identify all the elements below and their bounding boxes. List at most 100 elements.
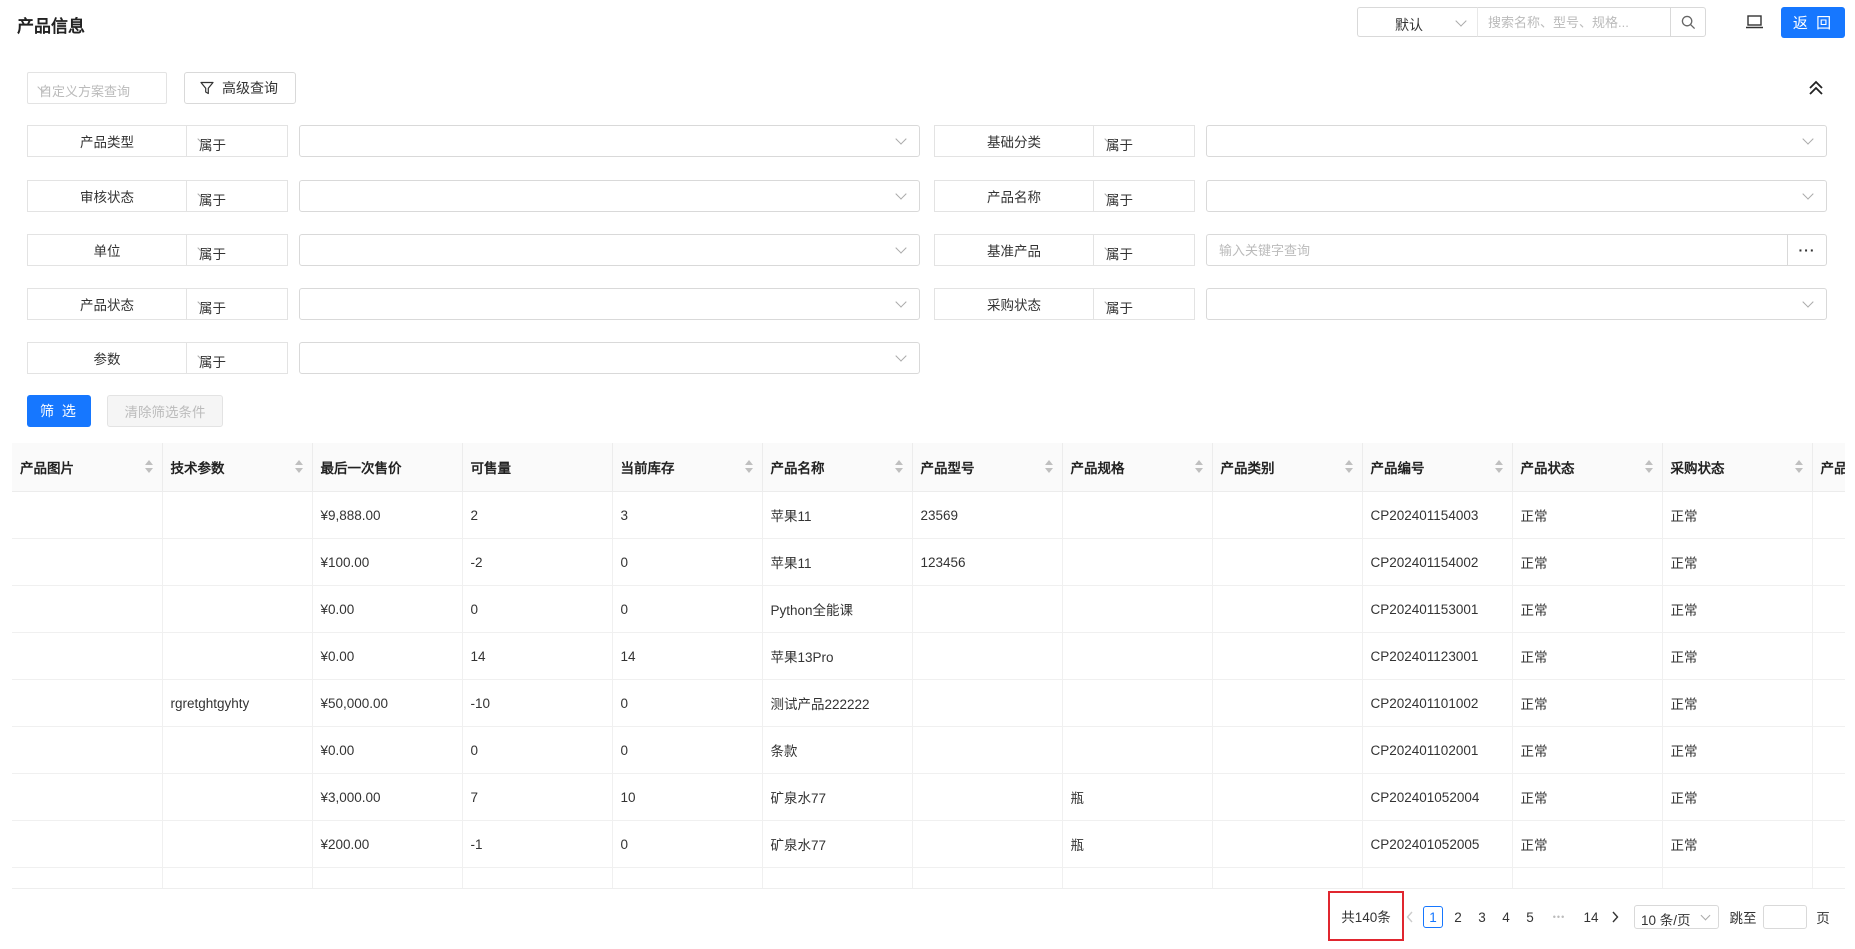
table-cell <box>162 867 313 888</box>
filter-value-input[interactable] <box>1217 181 1781 211</box>
filter-label-base-product: 基准产品 <box>934 234 1094 266</box>
next-page-icon[interactable] <box>1611 911 1619 923</box>
page-last[interactable]: 14 <box>1581 906 1601 928</box>
table-row[interactable]: ¥9,888.00 2 3 苹果11 23569 CP202401154003 正常 正常 <box>12 491 1845 539</box>
filter-value-input[interactable] <box>310 126 874 156</box>
table-row[interactable] <box>12 867 1845 888</box>
table-cell <box>1212 773 1363 821</box>
column-header-label: 产品类别 <box>1220 461 1275 476</box>
sort-icon[interactable] <box>1044 460 1053 474</box>
filter-value-input[interactable] <box>310 235 874 265</box>
monitor-button[interactable] <box>1743 12 1765 32</box>
view-select[interactable]: 默认 <box>1357 7 1477 37</box>
filter-value-base-category[interactable] <box>1206 125 1827 157</box>
filter-value-parameter[interactable] <box>299 342 920 374</box>
chevron-down-icon <box>895 188 907 200</box>
table-cell: 123456 <box>912 538 1063 586</box>
column-header[interactable]: 产品规格 <box>1062 443 1213 492</box>
prev-page-icon[interactable] <box>1406 911 1414 923</box>
table-cell <box>1062 585 1213 633</box>
page-ellipsis[interactable]: ••• <box>1546 906 1572 928</box>
filter-value-product-status[interactable] <box>299 288 920 320</box>
page-2[interactable]: 2 <box>1452 906 1464 928</box>
jump-page-input[interactable] <box>1763 905 1807 929</box>
filter-value-review-status[interactable] <box>299 180 920 212</box>
table-cell: 0 <box>462 585 613 633</box>
filter-value-input[interactable] <box>310 343 874 373</box>
filter-op-product-type[interactable]: 属于 <box>187 125 288 157</box>
filter-value-product-type[interactable] <box>299 125 920 157</box>
table-cell <box>1062 679 1213 727</box>
filter-value-unit[interactable] <box>299 234 920 266</box>
sort-icon[interactable] <box>744 460 753 474</box>
advanced-query-button[interactable]: 高级查询 <box>184 72 296 104</box>
table-cell <box>1212 585 1363 633</box>
column-header[interactable]: 产品 <box>1812 443 1845 492</box>
sort-icon[interactable] <box>1644 460 1653 474</box>
filter-value-input[interactable] <box>310 289 874 319</box>
collapse-filters-button[interactable] <box>1806 78 1826 98</box>
sort-icon[interactable] <box>144 460 153 474</box>
table-cell: CP202401154003 <box>1362 491 1513 539</box>
page-size-select[interactable]: 10 条/页 <box>1634 905 1719 929</box>
sort-icon[interactable] <box>294 460 303 474</box>
base-product-keyword-input[interactable] <box>1217 235 1781 265</box>
sort-icon[interactable] <box>1794 460 1803 474</box>
page-4[interactable]: 4 <box>1500 906 1512 928</box>
column-header[interactable]: 最后一次售价 <box>312 443 463 492</box>
column-header[interactable]: 产品图片 <box>12 443 163 492</box>
sort-icon[interactable] <box>1494 460 1503 474</box>
sort-icon[interactable] <box>1344 460 1353 474</box>
filter-value-product-name[interactable] <box>1206 180 1827 212</box>
table-row[interactable]: ¥0.00 0 0 条款 CP202401102001 正常 正常 <box>12 726 1845 774</box>
jump-page-field[interactable] <box>1764 906 1806 928</box>
table-row[interactable]: ¥3,000.00 7 10 矿泉水77 瓶 CP202401052004 正常 正常 <box>12 773 1845 821</box>
page-5[interactable]: 5 <box>1524 906 1536 928</box>
filter-value-input[interactable] <box>310 181 874 211</box>
table-cell <box>1212 679 1363 727</box>
table-cell: 正常 <box>1512 726 1663 774</box>
sort-icon[interactable] <box>894 460 903 474</box>
more-options-button[interactable]: ··· <box>1787 235 1826 265</box>
column-header[interactable]: 技术参数 <box>162 443 313 492</box>
search-button[interactable] <box>1670 7 1706 37</box>
filter-value-input[interactable] <box>1217 126 1781 156</box>
filter-label-purchase-status: 采购状态 <box>934 288 1094 320</box>
filter-value-base-product[interactable]: ··· <box>1206 234 1827 266</box>
column-header[interactable]: 产品类别 <box>1212 443 1363 492</box>
filter-value-input[interactable] <box>1217 289 1781 319</box>
table-row[interactable]: ¥100.00 -2 0 苹果11 123456 CP202401154002 正常 正常 <box>12 538 1845 586</box>
filter-op-review-status[interactable]: 属于 <box>187 180 288 212</box>
table-row[interactable]: ¥0.00 0 0 Python全能课 CP202401153001 正常 正常 <box>12 585 1845 633</box>
column-header[interactable]: 采购状态 <box>1662 443 1813 492</box>
filter-op-parameter[interactable]: 属于 <box>187 342 288 374</box>
table-row[interactable]: ¥200.00 -1 0 矿泉水77 瓶 CP202401052005 正常 正常 <box>12 820 1845 868</box>
filter-op-base-product[interactable]: 属于 <box>1094 234 1195 266</box>
column-header[interactable]: 产品状态 <box>1512 443 1663 492</box>
filter-op-base-category[interactable]: 属于 <box>1094 125 1195 157</box>
filter-button[interactable]: 筛 选 <box>27 395 91 427</box>
filter-op-product-status[interactable]: 属于 <box>187 288 288 320</box>
table-cell <box>1212 632 1363 680</box>
column-header[interactable]: 产品编号 <box>1362 443 1513 492</box>
page-1[interactable]: 1 <box>1423 906 1443 928</box>
table-row[interactable]: ¥0.00 14 14 苹果13Pro CP202401123001 正常 正常 <box>12 632 1845 680</box>
page-3[interactable]: 3 <box>1476 906 1488 928</box>
filter-op-product-name[interactable]: 属于 <box>1094 180 1195 212</box>
filter-value-purchase-status[interactable] <box>1206 288 1827 320</box>
back-button[interactable]: 返 回 <box>1781 7 1845 38</box>
search-field[interactable] <box>1477 7 1671 37</box>
table-row[interactable]: rgretghtgyhty ¥50,000.00 -10 0 测试产品222222 CP2… <box>12 679 1845 727</box>
column-header[interactable]: 产品名称 <box>762 443 913 492</box>
sort-icon[interactable] <box>1194 460 1203 474</box>
column-header[interactable]: 可售量 <box>462 443 613 492</box>
clear-filters-button[interactable]: 清除筛选条件 <box>107 395 223 427</box>
table-cell <box>912 867 1063 888</box>
search-input[interactable] <box>1486 8 1670 36</box>
scheme-query-select[interactable]: 自定义方案查询 <box>27 72 167 104</box>
column-header[interactable]: 产品型号 <box>912 443 1063 492</box>
filter-op-unit[interactable]: 属于 <box>187 234 288 266</box>
table-cell <box>912 679 1063 727</box>
column-header[interactable]: 当前库存 <box>612 443 763 492</box>
filter-op-purchase-status[interactable]: 属于 <box>1094 288 1195 320</box>
